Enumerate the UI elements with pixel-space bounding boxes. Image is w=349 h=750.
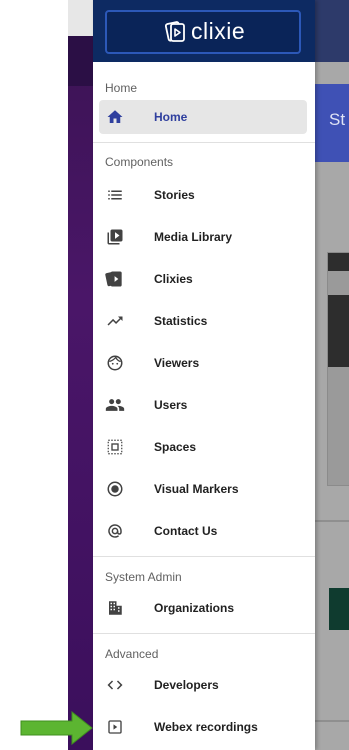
nav-item-organizations[interactable]: Organizations (99, 591, 307, 625)
background-top-strip (68, 0, 93, 36)
nav-label: Statistics (154, 314, 208, 328)
clixie-cards-icon (105, 269, 125, 289)
background-title-bar: St (315, 84, 349, 162)
face-icon (105, 353, 125, 373)
navigation-drawer: clixie Home Home Components Stories Medi… (93, 0, 315, 750)
nav-label: Visual Markers (154, 482, 239, 496)
nav-item-statistics[interactable]: Statistics (99, 304, 307, 338)
play-box-icon (105, 717, 125, 737)
nav-item-visual-markers[interactable]: Visual Markers (99, 472, 307, 506)
at-sign-icon (105, 521, 125, 541)
nav-label: Users (154, 398, 188, 412)
list-icon (105, 185, 125, 205)
nav-label: Clixies (154, 272, 193, 286)
nav-item-home[interactable]: Home (99, 100, 307, 134)
green-arrow-icon (20, 711, 93, 745)
trending-up-icon (105, 311, 125, 331)
section-label-home: Home (105, 81, 138, 95)
building-icon (105, 598, 125, 618)
background-page-right: St (315, 0, 349, 750)
home-icon (105, 107, 125, 127)
logo-bar: clixie (93, 0, 315, 62)
nav-item-viewers[interactable]: Viewers (99, 346, 307, 380)
nav-label: Developers (154, 678, 219, 692)
nav-label: Webex recordings (154, 720, 258, 734)
background-teal-block (329, 588, 349, 630)
logo-text: clixie (191, 18, 246, 44)
nav-label: Viewers (154, 356, 200, 370)
nav-item-media-library[interactable]: Media Library (99, 220, 307, 254)
code-icon (105, 675, 125, 695)
section-label-system-admin: System Admin (105, 570, 182, 584)
nav-item-spaces[interactable]: Spaces (99, 430, 307, 464)
people-icon (105, 395, 125, 415)
background-app-header (315, 0, 349, 62)
nav-label: Contact Us (154, 524, 218, 538)
section-label-advanced: Advanced (105, 647, 159, 661)
background-header-band (68, 36, 93, 86)
nav-label: Home (154, 110, 188, 124)
nav-item-clixies[interactable]: Clixies (99, 262, 307, 296)
nav-item-users[interactable]: Users (99, 388, 307, 422)
section-label-components: Components (105, 155, 174, 169)
background-card (327, 252, 349, 486)
logo[interactable]: clixie (105, 10, 301, 54)
clixie-logo-icon (165, 20, 185, 42)
background-page-left (68, 0, 93, 750)
nav-label: Media Library (154, 230, 233, 244)
nav-label: Stories (154, 188, 195, 202)
background-title-text: St (329, 110, 346, 129)
nav-label: Spaces (154, 440, 197, 454)
nav-item-stories[interactable]: Stories (99, 178, 307, 212)
radio-button-icon (105, 479, 125, 499)
nav-item-contact-us[interactable]: Contact Us (99, 514, 307, 548)
nav-label: Organizations (154, 601, 235, 615)
nav-item-developers[interactable]: Developers (99, 668, 307, 702)
video-library-icon (105, 227, 125, 247)
select-area-icon (105, 437, 125, 457)
nav-item-webex-recordings[interactable]: Webex recordings (99, 710, 307, 744)
